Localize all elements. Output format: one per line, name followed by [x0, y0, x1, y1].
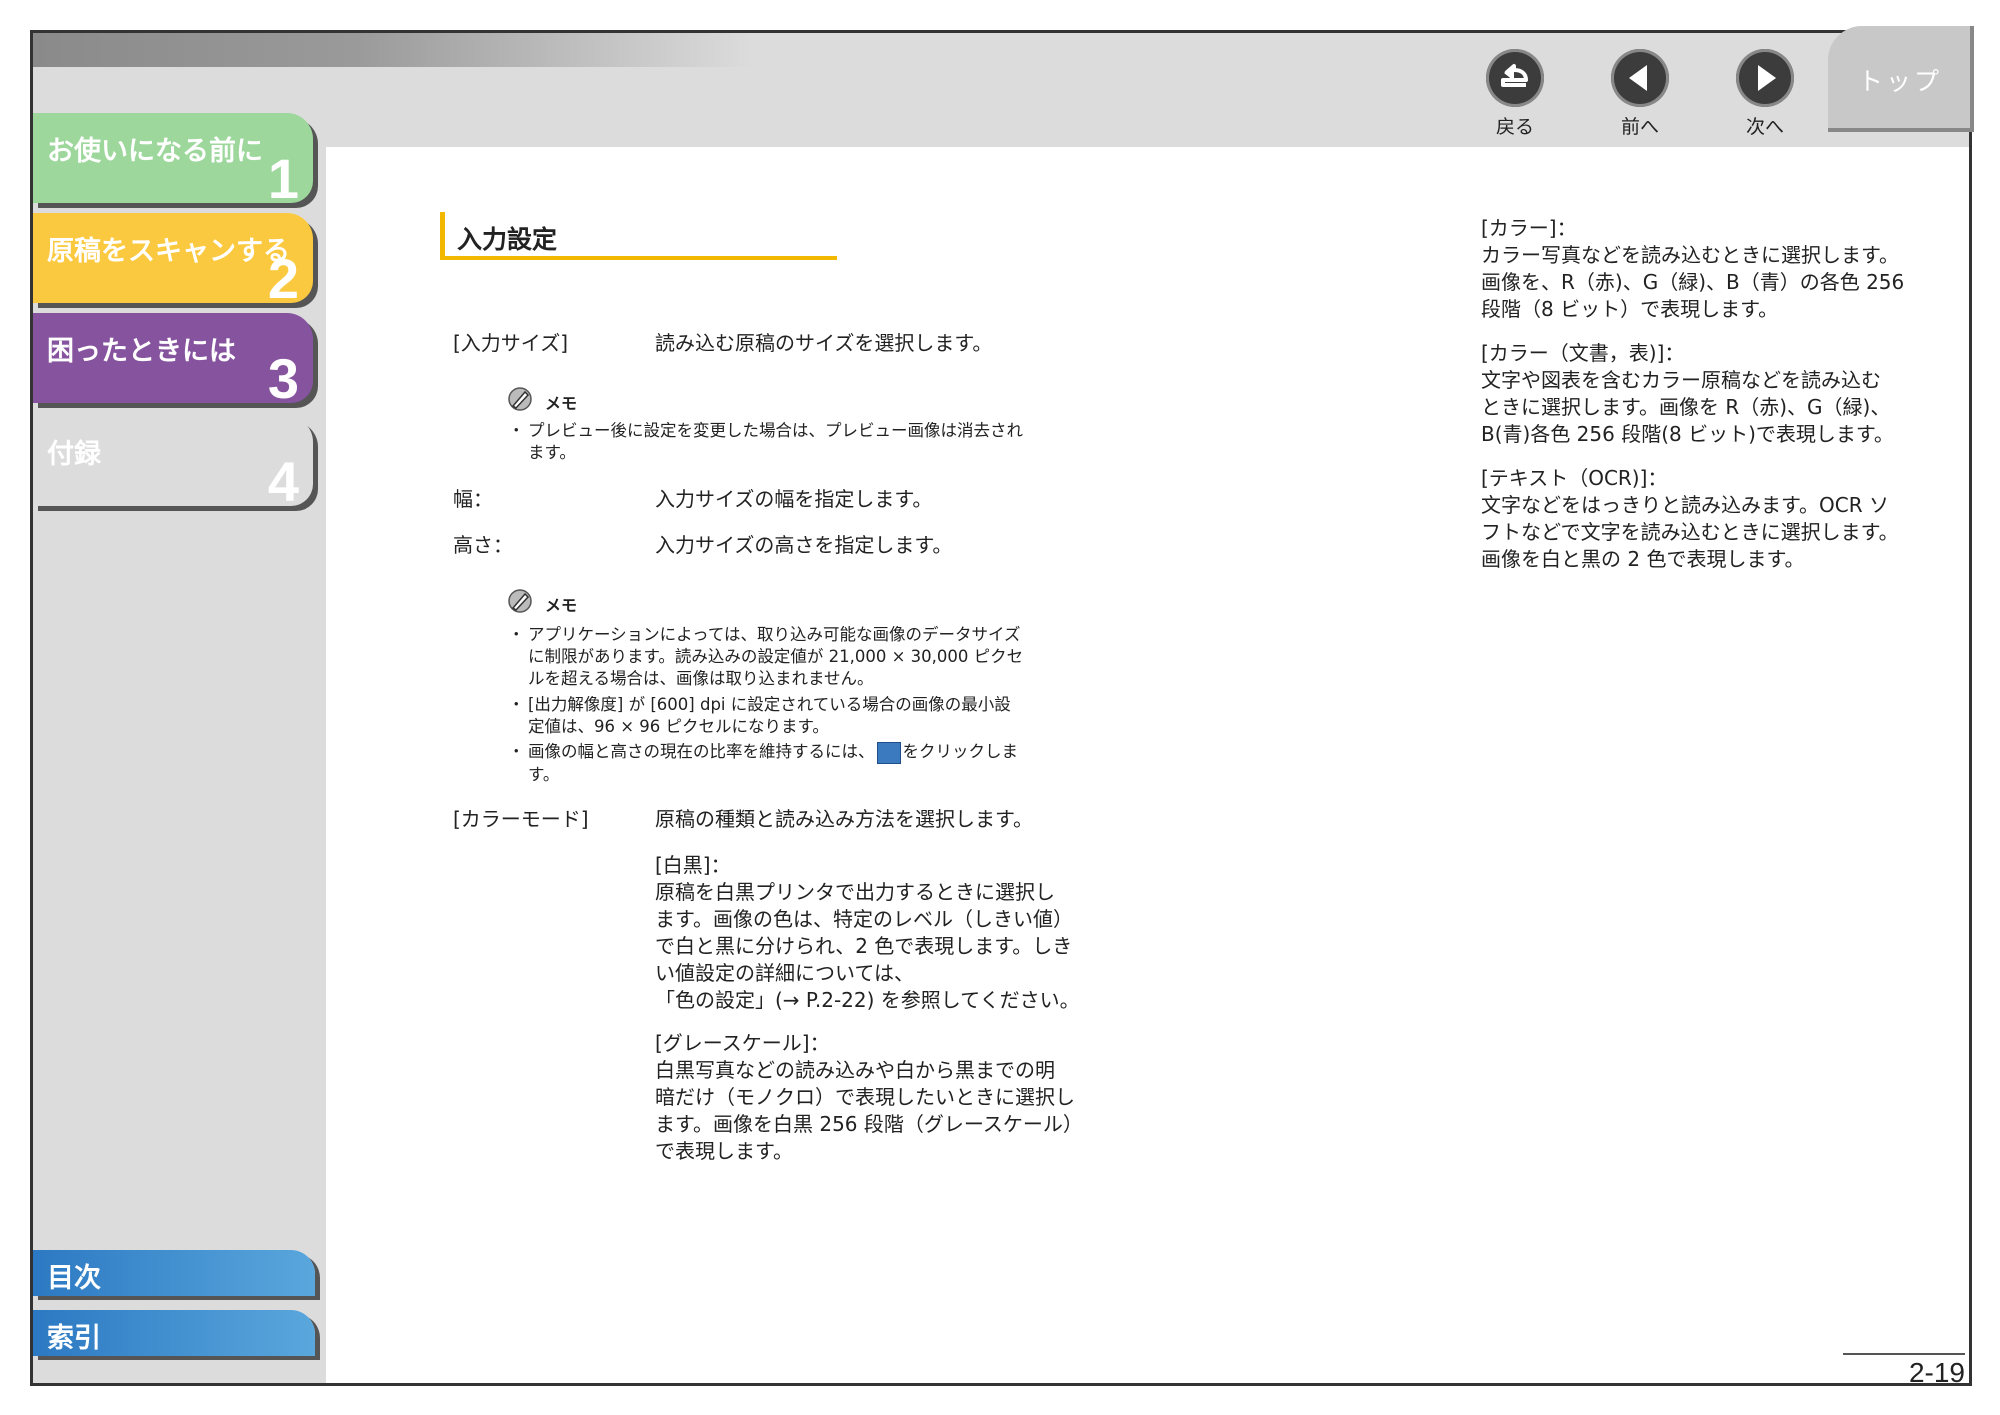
- memo2-b3-line1: 画像の幅と高さの現在の比率を維持するには、 をクリックしま: [528, 741, 1018, 764]
- back-arrow-icon: [1501, 64, 1528, 87]
- bw-line2: ます。画像の色は、特定のレベル（しきい値）: [655, 907, 1073, 931]
- height-desc: 入力サイズの高さを指定します。: [655, 533, 953, 557]
- toc-button-label: 目次: [47, 1263, 101, 1294]
- chapter-tab-4[interactable]: 付録 4: [33, 416, 313, 513]
- memo2-bullet: ・: [508, 625, 525, 644]
- chapter-tab-number: 2: [267, 247, 299, 310]
- keep-ratio-icon: [876, 741, 901, 764]
- bw-line5: 「色の設定」(→ P.2-22) を参照してください。: [655, 988, 1080, 1012]
- chapter-tab-label: 原稿をスキャンする: [47, 236, 290, 267]
- memo-pencil-icon: [508, 589, 532, 613]
- bw-title: [白黒]：: [655, 853, 731, 877]
- memo2-b1-line1: アプリケーションによっては、取り込み可能な画像のデータサイズ: [528, 625, 1021, 644]
- chapter-tab-label: 困ったときには: [47, 336, 236, 367]
- text-line2: フトなどで文字を読み込むときに選択します。: [1481, 520, 1899, 544]
- width-label: 幅：: [453, 487, 493, 511]
- text-title: [テキスト（OCR)]：: [1481, 466, 1668, 490]
- colordoc-title: [カラー（文書，表)]：: [1481, 341, 1685, 365]
- chapter-tab-1[interactable]: お使いになる前に 1: [33, 113, 313, 210]
- index-button-label: 索引: [47, 1323, 101, 1354]
- chapter-tab-label: お使いになる前に: [47, 136, 263, 167]
- page-number: 2-19: [1843, 1353, 1965, 1389]
- chapter-tab-label: 付録: [47, 439, 101, 470]
- color-mode-desc: 原稿の種類と読み込み方法を選択します。: [655, 807, 1033, 831]
- section-title: 入力設定: [457, 225, 558, 254]
- text-line1: 文字などをはっきりと読み込みます。OCR ソ: [1481, 493, 1889, 517]
- memo-pencil-icon: [508, 387, 532, 411]
- top-button[interactable]: トップ: [1828, 26, 1974, 132]
- bw-line1: 原稿を白黒プリンタで出力するときに選択し: [655, 880, 1055, 904]
- text-line3: 画像を白と黒の 2 色で表現します。: [1481, 547, 1805, 571]
- colordoc-line2: ときに選択します。画像を R（赤)、G（緑)、: [1481, 395, 1891, 419]
- input-size-desc: 読み込む原稿のサイズを選択します。: [655, 331, 993, 355]
- gray-line3: ます。画像を白黒 256 段階（グレースケール）: [655, 1112, 1083, 1136]
- memo2-b1-line2: に制限があります。読み込みの設定値が 21,000 × 30,000 ピクセ: [528, 647, 1024, 666]
- colordoc-line1: 文字や図表を含むカラー原稿などを読み込む: [1481, 368, 1881, 392]
- memo1-line2: ます。: [528, 443, 576, 462]
- index-button[interactable]: 索引: [33, 1310, 315, 1356]
- colordoc-line3: B(青)各色 256 段階(8 ビット)で表現します。: [1481, 422, 1894, 446]
- section-heading: 入力設定: [440, 212, 837, 260]
- back-button[interactable]: [1486, 49, 1544, 107]
- prev-button[interactable]: [1611, 49, 1669, 107]
- memo2-b1-line3: ルを超える場合は、画像は取り込まれません。: [528, 669, 874, 688]
- memo-label: メモ: [545, 596, 578, 615]
- color-mode-label: [カラーモード]: [453, 807, 589, 831]
- memo-label: メモ: [545, 394, 578, 413]
- memo2-b3-line1b: をクリックしま: [902, 742, 1019, 761]
- color-line3: 段階（8 ビット）で表現します。: [1481, 297, 1779, 321]
- height-label: 高さ：: [453, 533, 513, 557]
- chapter-tab-3[interactable]: 困ったときには 3: [33, 313, 313, 410]
- memo1-bullet: ・: [508, 421, 525, 440]
- color-line1: カラー写真などを読み込むときに選択します。: [1481, 243, 1899, 267]
- memo2-b3-line1a: 画像の幅と高さの現在の比率を維持するには、: [528, 742, 875, 761]
- chapter-tab-number: 1: [267, 147, 299, 210]
- gray-line2: 暗だけ（モノクロ）で表現したいときに選択し: [655, 1085, 1075, 1109]
- bw-line3: で白と黒に分けられ、2 色で表現します。しき: [655, 934, 1073, 958]
- next-button[interactable]: [1736, 49, 1794, 107]
- memo1-line1: プレビュー後に設定を変更した場合は、プレビュー画像は消去され: [528, 421, 1023, 440]
- input-size-label: [入力サイズ]: [453, 331, 569, 355]
- chapter-tab-number: 3: [267, 347, 299, 410]
- memo2-bullet: ・: [508, 695, 525, 714]
- memo2-b2-line1: [出力解像度] が [600] dpi に設定されている場合の画像の最小設: [528, 695, 1011, 714]
- next-arrow-icon: [1758, 65, 1776, 91]
- prev-arrow-icon: [1629, 65, 1647, 91]
- gray-line4: で表現します。: [655, 1139, 793, 1163]
- toc-button[interactable]: 目次: [33, 1250, 315, 1296]
- top-button-label: トップ: [1858, 67, 1943, 96]
- back-label: 戻る: [1495, 116, 1534, 138]
- bw-line4: い値設定の詳細については、: [655, 961, 914, 985]
- color-line2: 画像を、R（赤)、G（緑)、B（青）の各色 256: [1481, 270, 1905, 294]
- top-bar-gradient: [33, 33, 753, 67]
- chapter-tab-2[interactable]: 原稿をスキャンする 2: [33, 213, 313, 310]
- memo2-bullet: ・: [508, 742, 525, 761]
- gray-title: [グレースケール]：: [655, 1031, 830, 1055]
- memo2-b2-line2: 定値は、96 × 96 ピクセルになります。: [528, 717, 829, 736]
- prev-label: 前へ: [1620, 116, 1659, 138]
- memo2-b3-line2: す。: [528, 765, 560, 784]
- chapter-tab-number: 4: [267, 450, 299, 513]
- gray-line1: 白黒写真などの読み込みや白から黒までの明: [655, 1058, 1055, 1082]
- color-title: [カラー]：: [1481, 216, 1577, 240]
- width-desc: 入力サイズの幅を指定します。: [655, 487, 933, 511]
- next-label: 次へ: [1745, 116, 1784, 138]
